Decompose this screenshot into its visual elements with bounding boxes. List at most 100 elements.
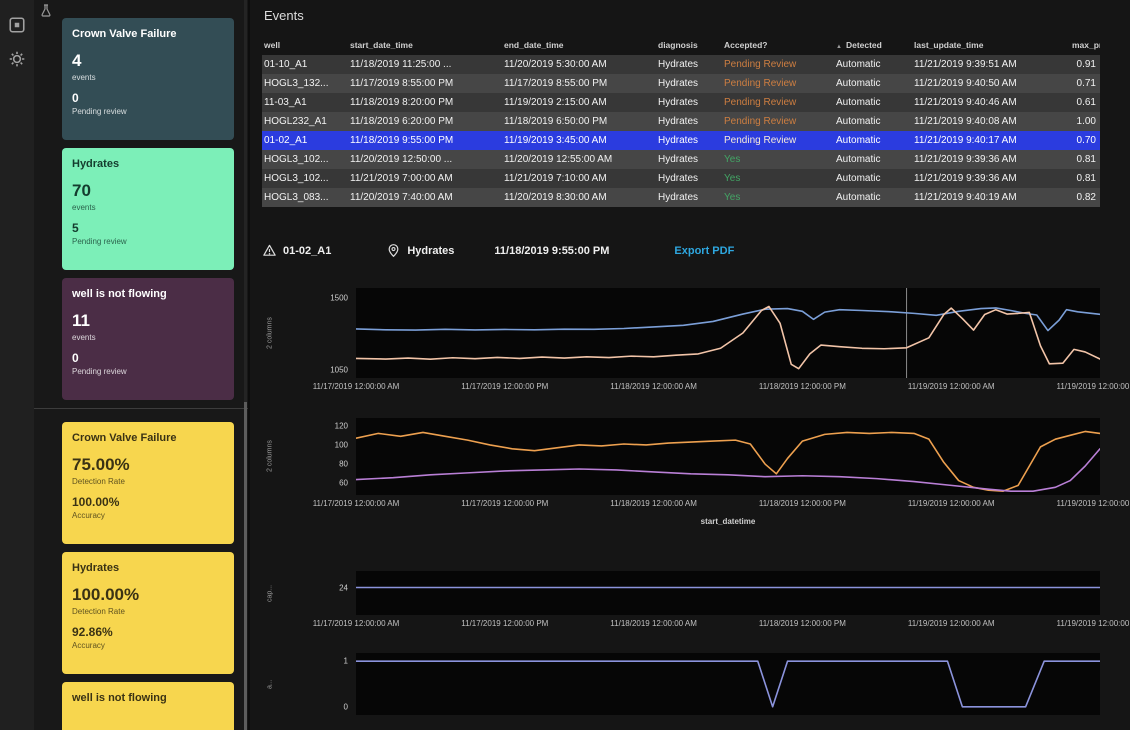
table-row[interactable]: HOGL3_102... 11/20/2019 12:50:00 ... 11/… [262,150,1100,169]
column-header-updated[interactable]: last_update_time [912,40,1070,50]
left-panel-scrollbar-thumb[interactable] [244,402,247,730]
summary-card[interactable]: Crown Valve Failure 4 events 0 Pending r… [62,18,234,140]
table-row[interactable]: 01-10_A1 11/18/2019 11:25:00 ... 11/20/2… [262,55,1100,74]
events-table-header: well start_date_time end_date_time diagn… [262,35,1100,55]
cell-max-pred: 1.00 [1070,116,1100,127]
table-row[interactable]: 01-02_A1 11/18/2019 9:55:00 PM 11/19/201… [262,131,1100,150]
table-row[interactable]: HOGL3_132... 11/17/2019 8:55:00 PM 11/17… [262,74,1100,93]
card-title: Crown Valve Failure [72,28,224,42]
chart-plot-area[interactable] [356,418,1100,495]
cell-start: 11/20/2019 7:40:00 AM [348,192,502,203]
cell-start: 11/18/2019 11:25:00 ... [348,59,502,70]
card-title: well is not flowing [72,692,224,706]
card-list: Crown Valve Failure 4 events 0 Pending r… [62,18,234,730]
chart-x-ticks: 11/17/2019 12:00:00 AM11/17/2019 12:00:0… [356,382,1100,392]
cell-detected: Automatic [834,173,912,184]
cell-end: 11/18/2019 6:50:00 PM [502,116,656,127]
metric-card[interactable]: Hydrates 100.00% Detection Rate 92.86% A… [62,552,234,674]
chart-y-axis-label: a... [262,653,278,715]
detail-diagnosis-group: Hydrates [386,243,454,258]
cell-updated: 11/21/2019 9:40:50 AM [912,78,1070,89]
metric-card[interactable]: Crown Valve Failure 75.00% Detection Rat… [62,422,234,544]
cell-well: HOGL232_A1 [262,116,348,127]
card-value: 75.00% [72,455,224,475]
cell-accepted: Yes [722,154,834,165]
chart-x-ticks: 11/17/2019 12:00:00 AM11/17/2019 12:00:0… [356,499,1100,509]
card-value-label: events [72,333,224,342]
card-secondary-label: Accuracy [72,511,224,520]
metric-card[interactable]: well is not flowing [62,682,234,730]
column-header-accepted[interactable]: Accepted? [722,40,834,50]
chart-x-ticks: 11/17/2019 12:00:00 AM11/17/2019 12:00:0… [356,619,1100,629]
table-row[interactable]: HOGL3_083... 11/20/2019 7:40:00 AM 11/20… [262,188,1100,207]
cell-detected: Automatic [834,192,912,203]
card-value: 70 [72,181,224,201]
column-header-detected[interactable]: ▲Detected [834,40,912,50]
card-value: 100.00% [72,585,224,605]
card-secondary-value: 5 [72,221,224,235]
table-row[interactable]: 11-03_A1 11/18/2019 8:20:00 PM 11/19/201… [262,93,1100,112]
chart-y-axis-label: 2 columns [262,418,278,495]
cell-updated: 11/21/2019 9:39:51 AM [912,59,1070,70]
cell-diagnosis: Hydrates [656,173,722,184]
events-table-body: 01-10_A1 11/18/2019 11:25:00 ... 11/20/2… [262,55,1100,207]
app-logo-icon[interactable] [8,16,26,34]
cell-updated: 11/21/2019 9:40:08 AM [912,116,1070,127]
sort-arrow-icon: ▲ [836,44,842,50]
cell-updated: 11/21/2019 9:40:46 AM [912,97,1070,108]
panel-divider [34,408,248,409]
cell-end: 11/21/2019 7:10:00 AM [502,173,656,184]
chart-y-axis-label: cap... [262,571,278,615]
cell-accepted: Pending Review [722,116,834,127]
export-pdf-link[interactable]: Export PDF [674,245,734,257]
chart-plot-area[interactable] [356,653,1100,715]
summary-card[interactable]: Hydrates 70 events 5 Pending review [62,148,234,270]
cell-start: 11/20/2019 12:50:00 ... [348,154,502,165]
cell-max-pred: 0.70 [1070,135,1100,146]
cell-end: 11/17/2019 8:55:00 PM [502,78,656,89]
column-header-start[interactable]: start_date_time [348,40,502,50]
main-content: Events well start_date_time end_date_tim… [248,0,1130,730]
settings-gear-icon[interactable] [8,50,26,68]
chart-y-ticks: 15001050 [278,288,356,378]
cell-max-pred: 0.82 [1070,192,1100,203]
column-header-diagnosis[interactable]: diagnosis [656,40,722,50]
cell-well: 01-02_A1 [262,135,348,146]
cell-updated: 11/21/2019 9:40:19 AM [912,192,1070,203]
cell-updated: 11/21/2019 9:39:36 AM [912,173,1070,184]
page-title: Events [264,8,1100,23]
table-row[interactable]: HOGL3_102... 11/21/2019 7:00:00 AM 11/21… [262,169,1100,188]
cell-max-pred: 0.91 [1070,59,1100,70]
table-row[interactable]: HOGL232_A1 11/18/2019 6:20:00 PM 11/18/2… [262,112,1100,131]
flask-icon[interactable] [38,3,54,19]
cell-detected: Automatic [834,154,912,165]
detail-well: 01-02_A1 [283,245,331,257]
column-header-max-pred[interactable]: max_pred [1070,40,1100,50]
cell-accepted: Yes [722,173,834,184]
location-pin-icon [386,243,401,258]
cell-well: HOGL3_102... [262,154,348,165]
cell-well: 11-03_A1 [262,97,348,108]
column-header-end[interactable]: end_date_time [502,40,656,50]
chart-capacity: cap... 24 [262,571,1100,615]
column-header-well[interactable]: well [262,40,348,50]
chart-plot-area[interactable] [356,288,1100,378]
cell-updated: 11/21/2019 9:40:17 AM [912,135,1070,146]
cell-start: 11/17/2019 8:55:00 PM [348,78,502,89]
cell-detected: Automatic [834,78,912,89]
cell-accepted: Yes [722,192,834,203]
cell-diagnosis: Hydrates [656,154,722,165]
chart-plot-area[interactable] [356,571,1100,615]
card-title: Hydrates [72,158,224,172]
chart-x-axis-label: start_datetime [356,517,1100,526]
chart-y-axis-label: 2 columns [262,288,278,378]
cell-accepted: Pending Review [722,97,834,108]
card-value: 11 [72,311,224,331]
summary-card[interactable]: well is not flowing 11 events 0 Pending … [62,278,234,400]
cell-diagnosis: Hydrates [656,78,722,89]
chart-rates: 2 columns 1201008060 [262,418,1100,495]
cell-end: 11/20/2019 8:30:00 AM [502,192,656,203]
chart-pressure: 2 columns 15001050 [262,288,1100,378]
card-secondary-value: 100.00% [72,495,224,509]
cell-accepted: Pending Review [722,59,834,70]
